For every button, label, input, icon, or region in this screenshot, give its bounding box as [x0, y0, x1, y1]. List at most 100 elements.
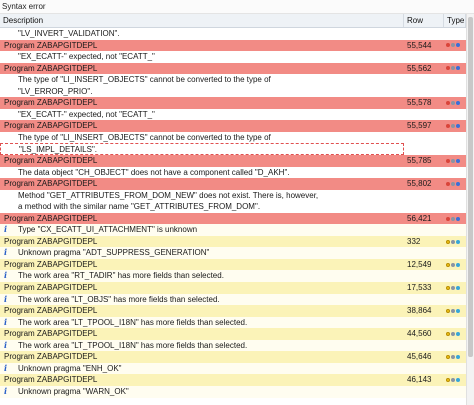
message-row[interactable]: The type of "LI_INSERT_OBJECTS" cannot b…	[0, 131, 466, 144]
row-type-cell	[444, 28, 466, 40]
help-info-icon[interactable]: i	[4, 363, 12, 373]
program-row[interactable]: Program ZABAPGITDEPL 55,544	[0, 39, 466, 52]
status-dot	[456, 239, 460, 244]
message-row[interactable]: i Unknown pragma "ADT_SUPPRESS_GENERATION…	[0, 247, 466, 259]
row-description: Program ZABAPGITDEPL	[0, 63, 404, 75]
message-row[interactable]: "LV_ERROR_PRIO".	[0, 85, 466, 98]
message-row[interactable]: "LV_INVERT_VALIDATION".	[0, 28, 466, 40]
row-number	[404, 340, 444, 352]
row-type-cell	[444, 270, 466, 282]
program-row[interactable]: Program ZABAPGITDEPL 46,143	[0, 374, 466, 386]
status-dot	[451, 66, 455, 71]
help-info-icon[interactable]: i	[4, 225, 12, 234]
row-number: 38,864	[407, 306, 432, 316]
row-text: "LV_ERROR_PRIO".	[18, 86, 93, 96]
program-row[interactable]: Program ZABAPGITDEPL 332	[0, 235, 466, 248]
row-text: The work area "RT_TADIR" has more fields…	[18, 271, 224, 281]
message-row[interactable]: "LS_IMPL_DETAILS".	[0, 143, 466, 156]
program-row[interactable]: Program ZABAPGITDEPL 55,562	[0, 62, 466, 75]
program-row[interactable]: Program ZABAPGITDEPL 12,549	[0, 258, 466, 271]
status-dot	[451, 158, 455, 163]
status-dot	[456, 158, 460, 163]
column-header-row[interactable]: Row	[404, 14, 444, 27]
help-info-icon[interactable]: i	[4, 386, 12, 396]
row-text: Unknown pragma "ADT_SUPPRESS_GENERATION"	[18, 248, 210, 258]
row-description: Program ZABAPGITDEPL	[0, 40, 404, 52]
help-info-icon[interactable]: i	[4, 271, 12, 280]
row-description: "LV_ERROR_PRIO".	[0, 86, 404, 98]
message-row[interactable]: Method "GET_ATTRIBUTES_FROM_DOM_NEW" doe…	[0, 189, 466, 202]
status-dot	[446, 124, 450, 129]
status-dot	[446, 239, 450, 244]
message-row[interactable]: "EX_ECATT-" expected, not "ECATT_"	[0, 51, 466, 63]
help-info-icon[interactable]: i	[4, 248, 12, 257]
row-text: Program ZABAPGITDEPL	[4, 121, 98, 131]
row-text: Program ZABAPGITDEPL	[4, 98, 98, 108]
row-description: The type of "LI_INSERT_OBJECTS" cannot b…	[0, 74, 404, 86]
row-description: i Unknown pragma "ENH_OK"	[0, 363, 404, 375]
status-dot	[456, 181, 460, 186]
row-number: 46,143	[407, 375, 432, 385]
row-text: Program ZABAPGITDEPL	[4, 352, 98, 362]
row-text: Type "CX_ECATT_UI_ATTACHMENT" is unknown	[18, 225, 198, 235]
status-dot	[456, 355, 460, 360]
row-text: Program ZABAPGITDEPL	[4, 179, 98, 189]
message-row[interactable]: i Unknown pragma "WARN_OK"	[0, 385, 466, 398]
status-dot	[451, 101, 455, 106]
program-row[interactable]: Program ZABAPGITDEPL 55,597	[0, 120, 466, 132]
message-row[interactable]: i Unknown pragma "ENH_OK"	[0, 362, 466, 375]
row-number	[404, 224, 444, 236]
status-dot	[446, 262, 450, 267]
error-status-icon	[444, 213, 466, 225]
row-description: Program ZABAPGITDEPL	[0, 155, 404, 167]
row-description: Program ZABAPGITDEPL	[0, 351, 404, 363]
message-row[interactable]: i The work area "LT_OBJS" has more fields…	[0, 293, 466, 306]
program-row[interactable]: Program ZABAPGITDEPL 56,421	[0, 212, 466, 225]
program-row[interactable]: Program ZABAPGITDEPL 44,560	[0, 328, 466, 340]
status-dot	[446, 181, 450, 186]
status-dot	[456, 308, 460, 313]
row-description: "LV_INVERT_VALIDATION".	[0, 28, 404, 40]
row-number: 55,785	[407, 156, 432, 166]
row-number	[404, 190, 444, 202]
message-row[interactable]: i The work area "RT_TADIR" has more field…	[0, 270, 466, 283]
row-number	[404, 132, 444, 144]
row-description: i Type "CX_ECATT_UI_ATTACHMENT" is unknow…	[0, 224, 404, 236]
program-row[interactable]: Program ZABAPGITDEPL 17,533	[0, 282, 466, 294]
row-text: Program ZABAPGITDEPL	[4, 306, 98, 316]
column-header-type[interactable]: Type	[444, 14, 466, 27]
program-row[interactable]: Program ZABAPGITDEPL 55,785	[0, 155, 466, 167]
row-text: Unknown pragma "ENH_OK"	[18, 363, 122, 373]
program-row[interactable]: Program ZABAPGITDEPL 38,864	[0, 305, 466, 317]
message-row[interactable]: i The work area "LT_TPOOL_I18N" has more …	[0, 339, 466, 352]
scrollbar-thumb[interactable]	[468, 17, 473, 357]
vertical-scrollbar[interactable]	[466, 14, 474, 405]
status-dot	[446, 331, 450, 336]
help-info-icon[interactable]: i	[4, 294, 12, 304]
status-dot	[451, 216, 455, 221]
status-dot	[451, 355, 455, 360]
message-row[interactable]: The type of "LI_INSERT_OBJECTS" cannot b…	[0, 74, 466, 86]
error-status-icon	[444, 120, 466, 132]
message-row[interactable]: The data object "CH_OBJECT" does not hav…	[0, 166, 466, 179]
program-row[interactable]: Program ZABAPGITDEPL 55,578	[0, 97, 466, 109]
message-row[interactable]: i Type "CX_ECATT_UI_ATTACHMENT" is unknow…	[0, 224, 466, 236]
program-row[interactable]: Program ZABAPGITDEPL 55,802	[0, 178, 466, 190]
message-row[interactable]: a method with the similar name "GET_ATTR…	[0, 201, 466, 213]
row-text: Program ZABAPGITDEPL	[4, 375, 98, 385]
row-description: i The work area "LT_OBJS" has more fields…	[0, 294, 404, 306]
row-text: Program ZABAPGITDEPL	[4, 156, 98, 166]
row-number: 55,562	[407, 63, 432, 73]
column-header-description[interactable]: Description	[0, 14, 404, 27]
program-row[interactable]: Program ZABAPGITDEPL 45,646	[0, 351, 466, 363]
row-number: 44,560	[407, 329, 432, 339]
message-row[interactable]: i The work area "LT_TPOOL_I18N" has more …	[0, 316, 466, 329]
row-text: Program ZABAPGITDEPL	[4, 213, 98, 223]
message-row[interactable]: "EX_ECATT-" expected, not "ECATT_"	[0, 108, 466, 121]
row-number	[404, 28, 444, 40]
row-description: a method with the similar name "GET_ATTR…	[0, 201, 404, 213]
warning-status-icon	[444, 374, 466, 386]
help-info-icon[interactable]: i	[4, 317, 12, 327]
help-info-icon[interactable]: i	[4, 340, 12, 350]
error-status-icon	[444, 63, 466, 75]
